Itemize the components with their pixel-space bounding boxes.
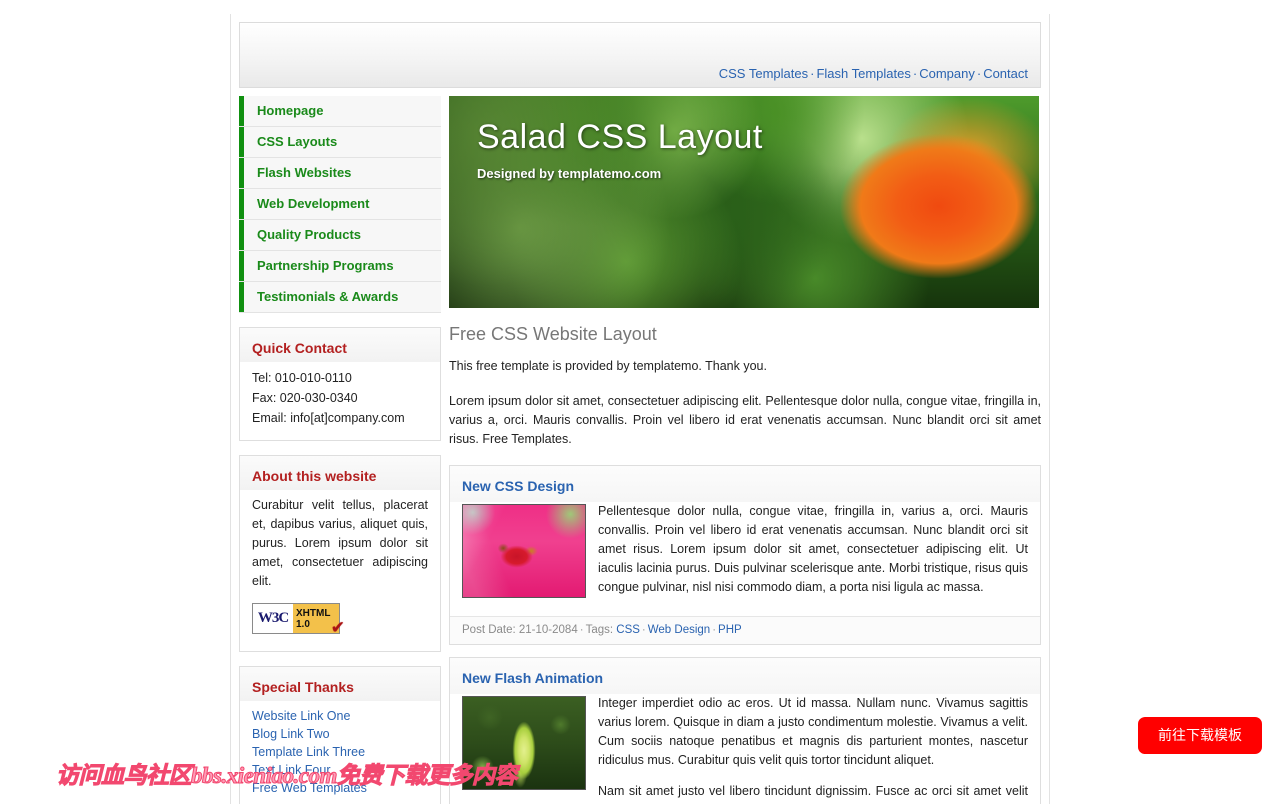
- post-thumbnail[interactable]: [462, 504, 586, 598]
- meta-separator: ·: [641, 624, 646, 636]
- post-title[interactable]: New Flash Animation: [450, 658, 1040, 694]
- post-body: Pellentesque dolor nulla, congue vitae, …: [450, 502, 1040, 616]
- main-content: Salad CSS Layout Designed by templatemo.…: [449, 96, 1041, 804]
- list-item[interactable]: Blog Link Two: [252, 725, 428, 743]
- intro-paragraph-1: This free template is provided by templa…: [449, 359, 767, 373]
- sidebar-item-quality-products[interactable]: Quality Products: [239, 220, 441, 251]
- page-columns: Homepage CSS Layouts Flash Websites Web …: [231, 88, 1049, 804]
- sidebar-item-web-development[interactable]: Web Development: [239, 189, 441, 220]
- sidebar-menu: Homepage CSS Layouts Flash Websites Web …: [239, 96, 441, 313]
- post-date: Post Date: 21-10-2084: [462, 624, 578, 636]
- page-title: Free CSS Website Layout: [449, 324, 657, 344]
- post-meta: Post Date: 21-10-2084 · Tags: CSS · Web Desi…: [450, 616, 1040, 644]
- screenshot-viewport: CSS Templates · Flash Templates · Company · Co…: [0, 0, 1280, 804]
- quick-contact-widget: Quick Contact Tel: 010-010-0110 Fax: 020…: [239, 327, 441, 441]
- sidebar-item-flash-websites[interactable]: Flash Websites: [239, 158, 441, 189]
- tags-label: Tags:: [585, 624, 614, 636]
- list-item[interactable]: Free Web Templates: [252, 779, 428, 797]
- banner-tagline: Designed by templatemo.com: [477, 166, 662, 181]
- topnav-item-flash-templates[interactable]: Flash Templates: [816, 66, 910, 81]
- quick-contact-body: Tel: 010-010-0110 Fax: 020-030-0340 Emai…: [240, 362, 440, 428]
- sidebar: Homepage CSS Layouts Flash Websites Web …: [239, 96, 441, 804]
- about-widget: About this website Curabitur velit tellu…: [239, 455, 441, 652]
- pink-flower-image: [463, 505, 585, 597]
- list-item[interactable]: Website Link One: [252, 707, 428, 725]
- website-page-container: CSS Templates · Flash Templates · Company · Co…: [230, 14, 1050, 804]
- special-thanks-link-1[interactable]: Website Link One: [252, 709, 350, 723]
- special-thanks-link-4[interactable]: Text Link Four: [252, 763, 331, 777]
- sidebar-link-css-layouts[interactable]: CSS Layouts: [239, 127, 441, 157]
- banner-title: Salad CSS Layout: [477, 118, 763, 156]
- sidebar-link-web-development[interactable]: Web Development: [239, 189, 441, 219]
- tag-css[interactable]: CSS: [616, 624, 640, 636]
- about-text: Curabitur velit tellus, placerat et, dap…: [252, 498, 428, 588]
- post-new-css-design: New CSS Design Pellentesque dolor nulla,…: [449, 465, 1041, 645]
- contact-tel: Tel: 010-010-0110: [252, 371, 352, 385]
- about-title: About this website: [252, 468, 377, 484]
- tag-web-design[interactable]: Web Design: [648, 624, 710, 636]
- w3c-logo-icon: W3C: [257, 610, 289, 626]
- contact-fax: Fax: 020-030-0340: [252, 391, 358, 405]
- sidebar-link-quality-products[interactable]: Quality Products: [239, 220, 441, 250]
- hero-banner: Salad CSS Layout Designed by templatemo.…: [449, 96, 1039, 308]
- about-body: Curabitur velit tellus, placerat et, dap…: [240, 490, 440, 639]
- special-thanks-link-3[interactable]: Template Link Three: [252, 745, 365, 759]
- special-thanks-body: Website Link One Blog Link Two Template …: [240, 701, 440, 797]
- list-item[interactable]: Text Link Four: [252, 761, 428, 779]
- download-template-button[interactable]: 前往下载模板: [1138, 717, 1262, 754]
- special-thanks-link-5[interactable]: Free Web Templates: [252, 781, 367, 795]
- about-header: About this website: [240, 456, 440, 490]
- post-new-flash-animation: New Flash Animation Integer imperdiet od…: [449, 657, 1041, 804]
- sidebar-item-homepage[interactable]: Homepage: [239, 96, 441, 127]
- special-thanks-link-2[interactable]: Blog Link Two: [252, 727, 330, 741]
- quick-contact-header: Quick Contact: [240, 328, 440, 362]
- special-thanks-widget: Special Thanks Website Link One Blog Lin…: [239, 666, 441, 804]
- sidebar-link-flash-websites[interactable]: Flash Websites: [239, 158, 441, 188]
- list-item[interactable]: Template Link Three: [252, 743, 428, 761]
- post-title[interactable]: New CSS Design: [450, 466, 1040, 502]
- special-thanks-link-list: Website Link One Blog Link Two Template …: [252, 707, 428, 797]
- contact-email: Email: info[at]company.com: [252, 411, 405, 425]
- sidebar-item-testimonials-awards[interactable]: Testimonials & Awards: [239, 282, 441, 313]
- site-header: CSS Templates · Flash Templates · Company · Co…: [239, 22, 1041, 88]
- meta-separator: ·: [579, 624, 584, 636]
- w3c-xhtml-validation-badge[interactable]: W3C XHTML 1.0 ✔: [252, 603, 345, 636]
- special-thanks-header: Special Thanks: [240, 667, 440, 701]
- meta-separator: ·: [712, 624, 717, 636]
- checkmark-icon: ✔: [330, 618, 345, 637]
- post-body: Integer imperdiet odio ac eros. Ut id ma…: [450, 694, 1040, 804]
- post-thumbnail[interactable]: [462, 696, 586, 790]
- green-plant-image: [463, 697, 585, 789]
- sidebar-link-partnership-programs[interactable]: Partnership Programs: [239, 251, 441, 281]
- top-navigation: CSS Templates · Flash Templates · Company · Co…: [719, 66, 1028, 81]
- sidebar-link-testimonials-awards[interactable]: Testimonials & Awards: [239, 282, 441, 312]
- intro-paragraph-2: Lorem ipsum dolor sit amet, consectetuer…: [449, 394, 1041, 446]
- topnav-separator: ·: [912, 66, 918, 81]
- sidebar-link-homepage[interactable]: Homepage: [239, 96, 441, 126]
- sidebar-item-css-layouts[interactable]: CSS Layouts: [239, 127, 441, 158]
- special-thanks-title: Special Thanks: [252, 679, 354, 695]
- topnav-item-company[interactable]: Company: [919, 66, 975, 81]
- topnav-item-css-templates[interactable]: CSS Templates: [719, 66, 808, 81]
- tag-php[interactable]: PHP: [718, 624, 742, 636]
- topnav-separator: ·: [976, 66, 982, 81]
- quick-contact-title: Quick Contact: [252, 340, 347, 356]
- sidebar-item-partnership-programs[interactable]: Partnership Programs: [239, 251, 441, 282]
- topnav-item-contact[interactable]: Contact: [983, 66, 1028, 81]
